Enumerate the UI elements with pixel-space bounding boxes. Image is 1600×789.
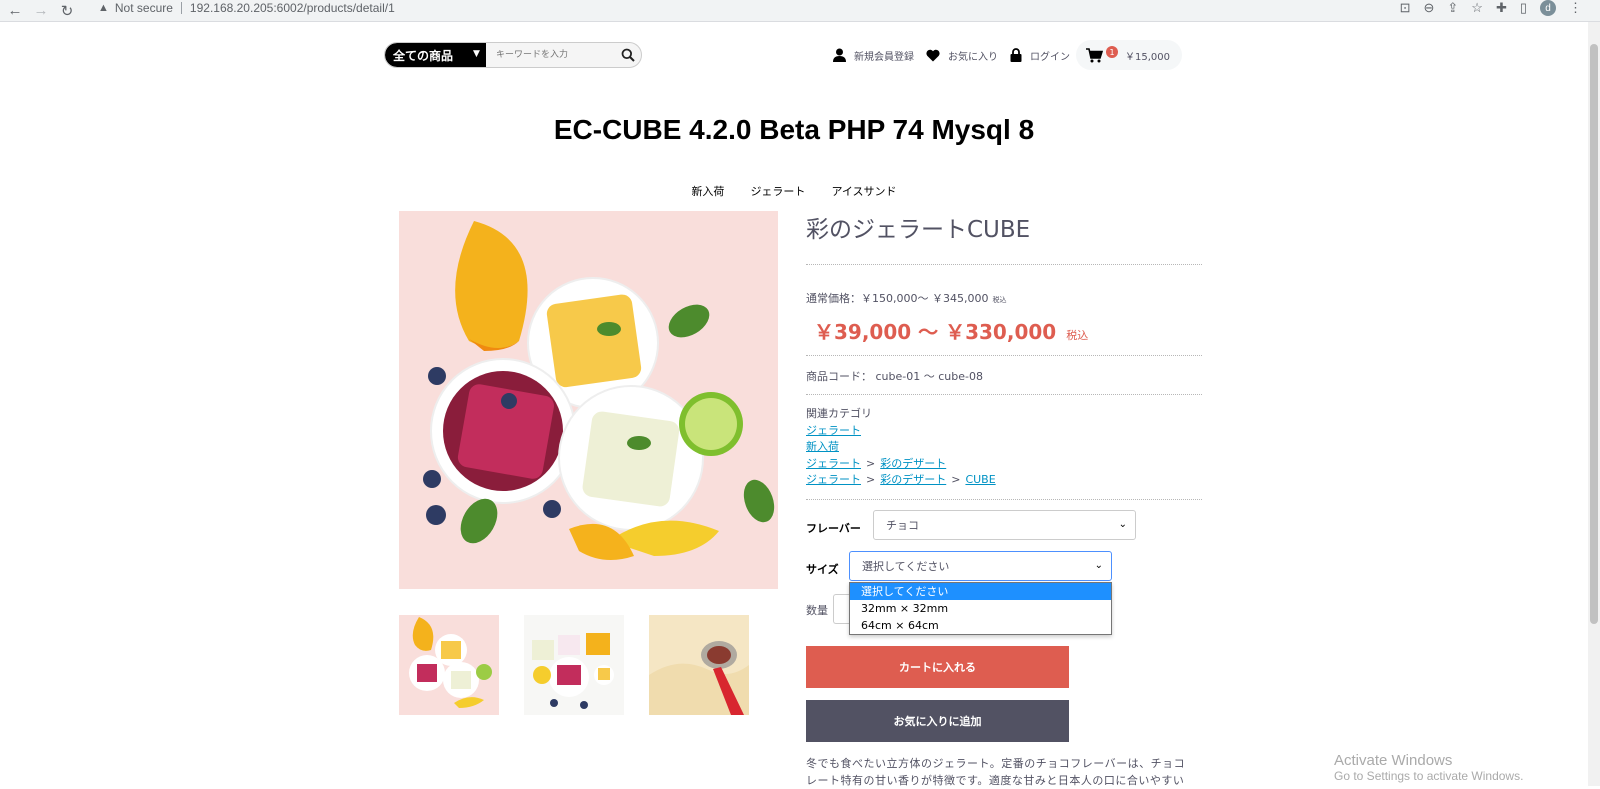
favorites-link[interactable]: お気に入り <box>926 48 998 63</box>
size-label: サイズ <box>806 563 839 576</box>
normal-price-value: 通常価格：￥150,000～ ￥345,000 <box>806 292 989 305</box>
url-text[interactable]: 192.168.20.205:6002/products/detail/1 <box>190 1 395 15</box>
category-link-gelato[interactable]: ジェラート <box>806 424 861 437</box>
category-link-colorful-dessert[interactable]: 彩のデザート <box>880 457 946 470</box>
warning-icon: ▲ <box>98 2 109 14</box>
watermark-title: Activate Windows <box>1334 752 1453 769</box>
favorites-label: お気に入り <box>948 51 998 63</box>
divider <box>806 499 1202 500</box>
category-link-gelato[interactable]: ジェラート <box>806 473 861 486</box>
size-option[interactable]: 64cm × 64cm <box>850 617 1111 634</box>
caret-down-icon: ▼ <box>473 49 480 59</box>
breadcrumb-separator: > <box>866 456 876 470</box>
category-link-new-arrivals[interactable]: 新入荷 <box>806 440 839 453</box>
size-select-value: 選択してください <box>862 560 950 573</box>
sale-price-value: ￥39,000 ～ ￥330,000 <box>814 320 1057 344</box>
divider <box>806 355 1202 356</box>
search-bar: 全ての商品 ▼ <box>384 42 642 68</box>
nav-item-gelato[interactable]: ジェラート <box>748 183 807 199</box>
login-label: ログイン <box>1030 51 1070 63</box>
user-icon <box>833 48 846 62</box>
bookmark-star-icon[interactable]: ☆ <box>1471 0 1483 16</box>
login-link[interactable]: ログイン <box>1010 48 1070 63</box>
watermark-subtitle: Go to Settings to activate Windows. <box>1334 769 1524 783</box>
reload-icon[interactable]: ↻ <box>56 0 78 22</box>
divider <box>806 394 1202 395</box>
menu-icon[interactable]: ⋮ <box>1569 0 1582 16</box>
profile-avatar[interactable]: d <box>1540 0 1556 16</box>
windows-activation-watermark: Activate Windows Go to Settings to activ… <box>1334 752 1523 783</box>
forward-icon[interactable]: → <box>30 0 52 22</box>
address-bar[interactable]: ▲ Not secure 192.168.20.205:6002/product… <box>90 0 1360 16</box>
description-line: レート特有の甘い香りが特徴です。適度な甘みと日本人の口に合いやすい <box>806 774 1185 787</box>
search-button[interactable] <box>616 43 641 67</box>
flavor-select[interactable]: チョコ ⌄ <box>873 510 1136 540</box>
description-line: 冬でも食べたい立方体のジェラート。定番のチョコフレーバーは、チョコ <box>806 757 1186 770</box>
product-name: 彩のジェラートCUBE <box>806 217 1031 243</box>
flavor-label: フレーバー <box>806 522 861 535</box>
nav-item-ice-sand[interactable]: アイスサンド <box>829 183 898 199</box>
size-dropdown-list: 選択してください 32mm × 32mm 64cm × 64cm <box>849 582 1112 635</box>
zoom-icon[interactable]: ⊖ <box>1423 0 1434 16</box>
category-link-cube[interactable]: CUBE <box>965 473 995 486</box>
add-to-cart-button[interactable]: カートに入れる <box>806 646 1069 688</box>
size-option[interactable]: 選択してください <box>850 583 1111 600</box>
quantity-label: 数量 <box>806 604 828 617</box>
size-select[interactable]: 選択してください ⌄ <box>849 551 1112 581</box>
chevron-down-icon: ⌄ <box>1094 560 1103 571</box>
search-icon <box>622 48 636 62</box>
cart-count-badge: 1 <box>1106 46 1118 58</box>
add-to-favorites-button[interactable]: お気に入りに追加 <box>806 700 1069 742</box>
sale-price-tax: 税込 <box>1066 329 1089 342</box>
breadcrumb-separator: > <box>866 473 876 486</box>
main-product-image[interactable] <box>399 211 778 589</box>
nav-item-new-arrivals[interactable]: 新入荷 <box>689 183 726 199</box>
cart-total: ￥15,000 <box>1125 51 1170 63</box>
normal-price-tax: 税込 <box>992 296 1007 304</box>
keyword-input[interactable] <box>485 43 616 67</box>
heart-icon <box>926 49 940 61</box>
signup-label: 新規会員登録 <box>854 51 914 63</box>
page-scrollbar[interactable] <box>1588 22 1600 786</box>
thumbnail-1[interactable] <box>399 615 499 715</box>
side-panel-icon[interactable]: ▯ <box>1520 0 1527 16</box>
global-nav: 新入荷 ジェラート アイスサンド <box>0 183 1588 199</box>
signup-link[interactable]: 新規会員登録 <box>833 48 914 63</box>
cart-icon <box>1086 47 1103 62</box>
product-description: 冬でも食べたい立方体のジェラート。定番のチョコフレーバーは、チョコ レート特有の… <box>806 755 1202 789</box>
category-select[interactable]: 全ての商品 ▼ <box>385 43 486 67</box>
translate-icon[interactable]: ⊡ <box>1400 0 1411 16</box>
omnibox-divider <box>180 2 182 14</box>
category-link-gelato[interactable]: ジェラート <box>806 457 861 470</box>
not-secure-label: Not secure <box>114 1 173 15</box>
lock-icon <box>1010 48 1022 62</box>
back-icon[interactable]: ← <box>4 0 26 22</box>
category-heading: 関連カテゴリ <box>806 407 872 420</box>
flavor-select-value: チョコ <box>886 519 919 532</box>
category-link-colorful-dessert[interactable]: 彩のデザート <box>880 473 946 486</box>
thumbnail-3[interactable] <box>649 615 749 715</box>
sale-price: ￥39,000 ～ ￥330,000 税込 <box>806 316 1202 345</box>
normal-price: 通常価格：￥150,000～ ￥345,000 税込 <box>806 290 1202 306</box>
size-option[interactable]: 32mm × 32mm <box>850 600 1111 617</box>
extensions-icon[interactable]: ✚ <box>1496 0 1507 16</box>
breadcrumb-separator: > <box>951 473 961 486</box>
site-title[interactable]: EC-CUBE 4.2.0 Beta PHP 74 Mysql 8 <box>0 114 1588 146</box>
category-select-label: 全ての商品 <box>393 48 454 63</box>
thumbnail-2[interactable] <box>524 615 624 715</box>
product-code: 商品コード： cube-01 ～ cube-08 <box>806 370 983 383</box>
divider <box>806 264 1202 265</box>
browser-toolbar: ← → ↻ ▲ Not secure 192.168.20.205:6002/p… <box>0 0 1600 22</box>
cart-button[interactable]: 1 ￥15,000 <box>1076 40 1182 70</box>
scrollbar-thumb[interactable] <box>1590 44 1598 624</box>
share-icon[interactable]: ⇪ <box>1447 0 1458 16</box>
header-links: 新規会員登録 お気に入り ログイン 1 ￥15,000 <box>833 40 1182 70</box>
related-categories: 関連カテゴリ ジェラート 新入荷 ジェラート > 彩のデザート ジェラート > 彩のデザ… <box>806 406 1202 489</box>
chevron-down-icon: ⌄ <box>1118 519 1127 530</box>
thumbnail-list <box>399 615 749 715</box>
